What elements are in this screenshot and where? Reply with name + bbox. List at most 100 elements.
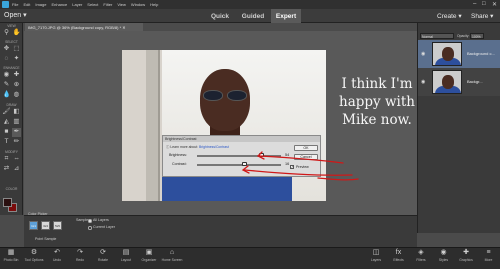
hand-tool-icon[interactable]: ✋ xyxy=(12,29,21,38)
toolbox-section-draw: DRAW xyxy=(6,103,17,107)
sample-size-5x5-button[interactable]: 5x5 xyxy=(53,221,62,230)
learn-more-link[interactable]: Brightness/Contrast xyxy=(199,145,229,149)
lasso-tool-icon[interactable]: ◌ xyxy=(2,55,11,64)
sample-size-1x1-button[interactable]: 1x1 xyxy=(29,221,38,230)
cancel-button[interactable]: Cancel xyxy=(294,154,318,160)
photo-image[interactable] xyxy=(122,50,326,201)
open-button[interactable]: Open ▾ xyxy=(4,11,27,19)
brush-tool-icon[interactable]: 🖌 xyxy=(2,108,11,117)
layer-row[interactable]: ◉ Background c... xyxy=(418,40,500,68)
brightness-value[interactable]: 54 xyxy=(285,153,289,157)
menu-edit[interactable]: Edit xyxy=(23,2,30,7)
taskbar-photo-bin-button[interactable]: ▦ Photo Bin xyxy=(0,248,22,268)
magic-wand-tool-icon[interactable]: ✦ xyxy=(12,55,21,64)
taskbar-graphics-button[interactable]: ✚ Graphics xyxy=(455,248,477,268)
marquee-tool-icon[interactable]: ⬚ xyxy=(12,45,21,54)
eraser-tool-icon[interactable]: ◧ xyxy=(12,108,21,117)
visibility-eye-icon[interactable]: ◉ xyxy=(421,79,425,85)
taskbar-tool-options-button[interactable]: ⚙ Tool Options xyxy=(23,248,45,268)
taskbar-organizer-button[interactable]: ▣ Organizer xyxy=(138,248,160,268)
contrast-slider-track[interactable] xyxy=(197,164,281,166)
menu-select[interactable]: Select xyxy=(87,2,98,7)
tool-options-icon: ⚙ xyxy=(30,249,38,256)
dialog-title: Brightness/Contrast xyxy=(163,136,320,142)
menu-window[interactable]: Window xyxy=(131,2,145,7)
crop-tool-icon[interactable]: ⌗ xyxy=(2,155,11,164)
preview-checkbox[interactable]: ✓ xyxy=(290,165,294,169)
toolbox-section-modify: MODIFY xyxy=(5,150,18,154)
all-layers-label: All Layers xyxy=(93,218,109,222)
taskbar-redo-button[interactable]: ↷ Redo xyxy=(69,248,91,268)
caption-line-3: Mike now. xyxy=(342,112,412,128)
tab-expert[interactable]: Expert xyxy=(271,9,301,23)
taskbar-filters-button[interactable]: ◈ Filters xyxy=(410,248,432,268)
preview-label: Preview xyxy=(296,165,309,169)
red-eye-tool-icon[interactable]: ◉ xyxy=(2,71,11,80)
taskbar-effects-button[interactable]: fx Effects xyxy=(388,248,410,268)
ok-button[interactable]: OK xyxy=(294,145,318,151)
layer-thumbnail xyxy=(432,42,462,66)
taskbar-layout-button[interactable]: ▤ Layout xyxy=(115,248,137,268)
straighten-tool-icon[interactable]: ⊿ xyxy=(12,165,21,174)
taskbar-rotate-button[interactable]: ⟳ Rotate xyxy=(92,248,114,268)
taskbar-label: Tool Options xyxy=(24,258,44,262)
close-icon[interactable]: ✕ xyxy=(492,1,497,8)
share-button[interactable]: Share ▾ xyxy=(471,12,493,20)
contrast-label: Contrast: xyxy=(172,162,187,166)
clone-stamp-tool-icon[interactable]: ⊕ xyxy=(12,81,21,90)
recompose-tool-icon[interactable]: ⇔ xyxy=(12,155,21,164)
contrast-value[interactable]: 16 xyxy=(285,162,289,166)
layer-name[interactable]: Background c... xyxy=(467,51,495,56)
dialog-learn-more: ⓘ Learn more about: Brightness/Contrast xyxy=(166,144,229,149)
tab-guided[interactable]: Guided xyxy=(237,9,269,23)
foreground-color-swatch[interactable] xyxy=(3,198,12,207)
gradient-tool-icon[interactable]: ▥ xyxy=(12,118,21,127)
maximize-icon[interactable]: □ xyxy=(482,1,486,7)
minimize-icon[interactable]: – xyxy=(473,1,476,7)
brightness-slider-track[interactable] xyxy=(197,155,281,157)
taskbar-undo-button[interactable]: ↶ Undo xyxy=(46,248,68,268)
menu-filter[interactable]: Filter xyxy=(103,2,112,7)
shape-tool-icon[interactable]: ■ xyxy=(2,128,11,137)
contrast-slider-thumb[interactable] xyxy=(242,162,248,166)
tab-quick[interactable]: Quick xyxy=(205,9,235,23)
smart-brush-tool-icon[interactable]: ✎ xyxy=(2,81,11,90)
document-tab[interactable]: IMG_7170.JPG @ 36% (Background copy, RGB… xyxy=(25,23,143,31)
blend-mode-select[interactable]: Normal xyxy=(420,33,454,39)
taskbar-home-screen-button[interactable]: ⌂ Home Screen xyxy=(161,248,183,268)
brightness-slider-thumb[interactable] xyxy=(259,153,265,157)
taskbar-styles-button[interactable]: ◉ Styles xyxy=(433,248,455,268)
paint-bucket-tool-icon[interactable]: ◭ xyxy=(2,118,11,127)
caption-line-1: I think I'm xyxy=(341,76,413,92)
graphics-icon: ✚ xyxy=(463,249,469,256)
sponge-tool-icon[interactable]: ◍ xyxy=(12,91,21,100)
zoom-tool-icon[interactable]: ⚲ xyxy=(2,29,11,38)
healing-brush-tool-icon[interactable]: ✚ xyxy=(12,71,21,80)
all-layers-radio[interactable] xyxy=(88,219,92,223)
current-layer-radio[interactable] xyxy=(88,226,92,230)
menu-view[interactable]: View xyxy=(117,2,126,7)
layer-row[interactable]: ◉ Backgr... xyxy=(418,68,500,96)
content-aware-move-tool-icon[interactable]: ⇄ xyxy=(2,165,11,174)
menu-bar: File Edit Image Enhance Layer Select Fil… xyxy=(0,0,500,9)
move-tool-icon[interactable]: ✥ xyxy=(2,45,11,54)
visibility-eye-icon[interactable]: ◉ xyxy=(421,51,425,57)
menu-enhance[interactable]: Enhance xyxy=(51,2,67,7)
menu-image[interactable]: Image xyxy=(35,2,46,7)
layer-name[interactable]: Backgr... xyxy=(467,79,483,84)
create-button[interactable]: Create ▾ xyxy=(437,12,462,20)
opacity-input[interactable]: 100% xyxy=(470,33,484,39)
opacity-label: Opacity: xyxy=(457,34,470,38)
pencil-tool-icon[interactable]: ✏ xyxy=(12,138,21,147)
taskbar-layers-button[interactable]: ◫ Layers xyxy=(365,248,387,268)
type-tool-icon[interactable]: T xyxy=(2,138,11,147)
caption-line-2: happy with xyxy=(339,94,415,110)
blur-tool-icon[interactable]: 💧 xyxy=(2,91,11,100)
sample-size-3x3-button[interactable]: 3x3 xyxy=(41,221,50,230)
menu-layer[interactable]: Layer xyxy=(72,2,82,7)
eyedropper-tool-icon[interactable]: ✒ xyxy=(12,128,21,137)
info-icon: ⓘ xyxy=(166,145,170,149)
menu-help[interactable]: Help xyxy=(150,2,158,7)
menu-file[interactable]: File xyxy=(12,2,18,7)
taskbar-more-button[interactable]: ≡ More xyxy=(478,248,500,268)
